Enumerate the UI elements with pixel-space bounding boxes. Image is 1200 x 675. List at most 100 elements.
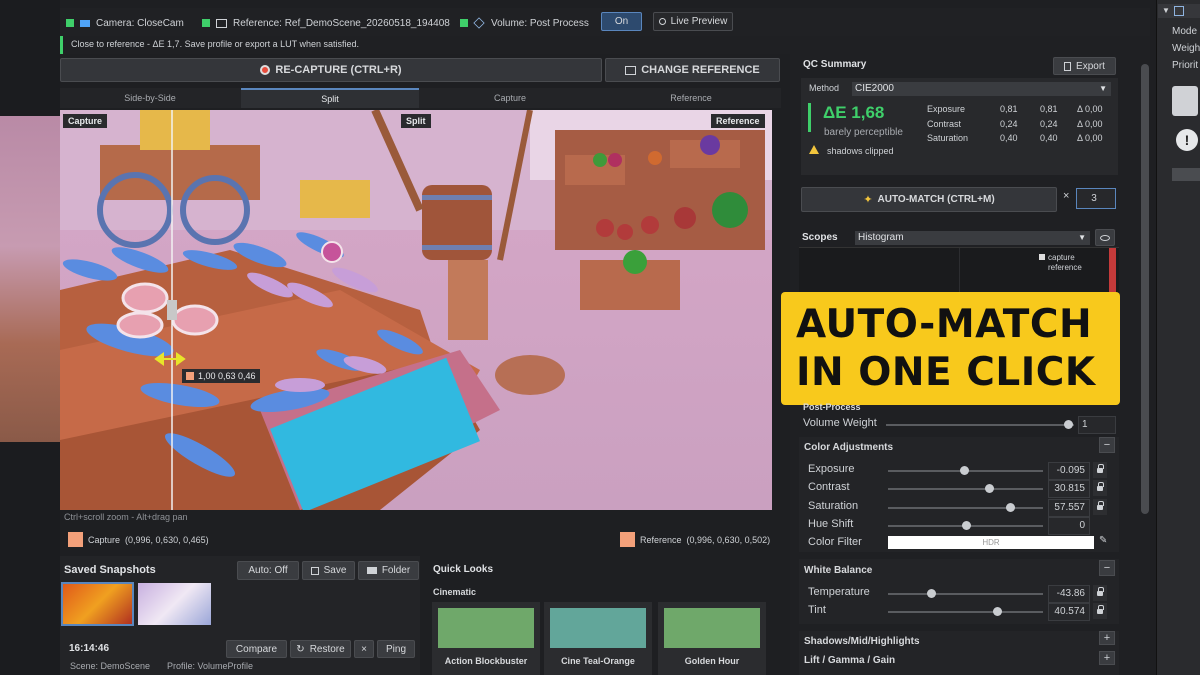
temperature-input[interactable]: -43.86 <box>1048 585 1090 603</box>
camera-status: Camera: CloseCam <box>66 17 184 29</box>
lock-icon[interactable] <box>1093 585 1107 601</box>
snapshot-thumbnail-2[interactable] <box>138 583 211 625</box>
camera-icon <box>80 19 90 27</box>
camera-enabled-indicator[interactable] <box>66 19 74 28</box>
lock-icon[interactable] <box>1093 499 1107 515</box>
saturation-input[interactable]: 57.557 <box>1048 499 1090 517</box>
color-adjustments-collapse-button[interactable]: − <box>1099 437 1115 453</box>
recapture-button[interactable]: RE-CAPTURE (CTRL+R) <box>60 58 602 82</box>
lift-title: Lift / Gamma / Gain <box>804 655 896 666</box>
ping-button[interactable]: Ping <box>377 640 415 658</box>
qc-row-reference: 0,24 <box>1040 119 1058 129</box>
look-cine-teal-orange[interactable]: Cine Teal-Orange <box>544 602 652 675</box>
tint-slider[interactable] <box>888 607 1043 616</box>
delete-snapshot-button[interactable]: × <box>354 640 374 658</box>
tab-split[interactable]: Split <box>241 88 419 108</box>
live-preview-button[interactable]: Live Preview <box>653 12 733 31</box>
eyedropper-icon[interactable]: ✎ <box>1099 536 1109 546</box>
tab-reference[interactable]: Reference <box>601 88 781 108</box>
method-dropdown[interactable]: CIE2000 ▼ <box>852 82 1111 96</box>
hue-shift-slider[interactable] <box>888 521 1043 530</box>
shadows-expand-button[interactable]: + <box>1099 631 1115 645</box>
volume-weight-input[interactable]: 1 <box>1078 416 1116 434</box>
tint-input[interactable]: 40.574 <box>1048 603 1090 621</box>
restore-label: Restore <box>309 643 345 655</box>
look-golden-hour[interactable]: Golden Hour <box>658 602 766 675</box>
export-icon <box>1064 61 1072 71</box>
saturation-slider[interactable] <box>888 503 1043 512</box>
look-swatch <box>550 608 646 648</box>
exposure-input[interactable]: -0.095 <box>1048 462 1090 480</box>
look-action-blockbuster[interactable]: Action Blockbuster <box>432 602 540 675</box>
color-filter-swatch[interactable]: HDR <box>888 536 1094 549</box>
change-reference-button[interactable]: CHANGE REFERENCE <box>605 58 780 82</box>
tab-capture[interactable]: Capture <box>420 88 600 108</box>
scopes-visibility-toggle[interactable] <box>1095 229 1115 246</box>
split-tag: Split <box>401 114 431 128</box>
contrast-slider-knob[interactable] <box>984 484 994 493</box>
export-button[interactable]: Export <box>1053 57 1116 75</box>
lock-icon[interactable] <box>1093 480 1107 496</box>
warning-icon <box>809 145 819 154</box>
on-toggle-button[interactable]: On <box>601 12 642 31</box>
exposure-slider-knob[interactable] <box>959 466 969 475</box>
auto-snapshot-toggle[interactable]: Auto: Off <box>237 561 299 580</box>
volume-component-icon[interactable] <box>1172 86 1198 116</box>
temperature-slider[interactable] <box>888 589 1043 598</box>
inspector-field[interactable] <box>1172 168 1200 181</box>
volume-weight-slider[interactable] <box>886 420 1074 429</box>
hue-shift-input[interactable]: 0 <box>1048 517 1090 535</box>
hue-shift-slider-knob[interactable] <box>961 521 971 530</box>
white-balance-title: White Balance <box>804 565 873 576</box>
capture-sample-value: (0,996, 0,630, 0,465) <box>125 534 209 545</box>
save-snapshot-button[interactable]: Save <box>302 561 355 580</box>
white-balance-collapse-button[interactable]: − <box>1099 560 1115 576</box>
look-swatch <box>438 608 534 648</box>
lift-expand-button[interactable]: + <box>1099 651 1115 665</box>
split-viewport[interactable]: Capture Split Reference 1,00 0,63 0,46 <box>60 110 772 510</box>
color-adjustments-title: Color Adjustments <box>804 442 894 453</box>
auto-match-button[interactable]: ✦ AUTO-MATCH (CTRL+M) <box>801 187 1057 212</box>
tint-slider-knob[interactable] <box>992 607 1002 616</box>
folder-icon <box>366 567 377 574</box>
tab-side-by-side[interactable]: Side-by-Side <box>60 88 240 108</box>
scene-render <box>60 110 772 510</box>
qc-row-name: Contrast <box>927 119 962 129</box>
exposure-slider[interactable] <box>888 466 1043 475</box>
legend-reference: reference <box>1048 263 1082 272</box>
lock-icon[interactable] <box>1093 462 1107 478</box>
qc-row-capture: 0,81 <box>1000 104 1018 114</box>
contrast-slider[interactable] <box>888 484 1043 493</box>
contrast-label: Contrast <box>808 481 850 493</box>
viewport-hint: Ctrl+scroll zoom - Alt+drag pan <box>64 512 188 522</box>
quick-looks-title: Quick Looks <box>433 564 494 575</box>
lock-icon[interactable] <box>1093 603 1107 619</box>
hue-shift-label: Hue Shift <box>808 518 854 530</box>
volume-enabled-indicator[interactable] <box>460 19 468 28</box>
legend-capture: capture <box>1048 253 1075 262</box>
cube-icon <box>1174 6 1184 16</box>
scopes-dropdown[interactable]: Histogram ▼ <box>855 231 1090 245</box>
sparkle-icon: ✦ <box>863 194 873 206</box>
snapshot-thumbnail-1[interactable] <box>61 582 134 626</box>
folder-button[interactable]: Folder <box>358 561 419 580</box>
tint-label: Tint <box>808 604 826 616</box>
image-icon <box>625 65 637 75</box>
contrast-input[interactable]: 30.815 <box>1048 480 1090 498</box>
quick-looks-category: Cinematic <box>433 587 477 597</box>
right-panel-scrollbar[interactable] <box>1141 64 1149 514</box>
reference-enabled-indicator[interactable] <box>202 19 210 28</box>
restore-button[interactable]: ↻ Restore <box>290 640 351 658</box>
compare-label: Compare <box>235 643 278 655</box>
save-icon <box>310 566 319 575</box>
reference-status: Reference: Ref_DemoScene_20260518_194408 <box>202 17 450 29</box>
eye-icon <box>1100 234 1110 241</box>
compare-button[interactable]: Compare <box>226 640 287 658</box>
iterations-input[interactable]: 3 <box>1076 188 1116 209</box>
method-value: CIE2000 <box>855 83 894 94</box>
volume-weight-knob[interactable] <box>1064 420 1073 429</box>
promo-banner: AUTO-MATCH IN ONE CLICK <box>781 292 1120 405</box>
status-bar: Close to reference - ΔE 1,7. Save profil… <box>60 36 1150 54</box>
app-window: Camera: CloseCam Reference: Ref_DemoScen… <box>0 0 1200 675</box>
foldout-arrow-icon[interactable]: ▼ <box>1162 6 1170 15</box>
